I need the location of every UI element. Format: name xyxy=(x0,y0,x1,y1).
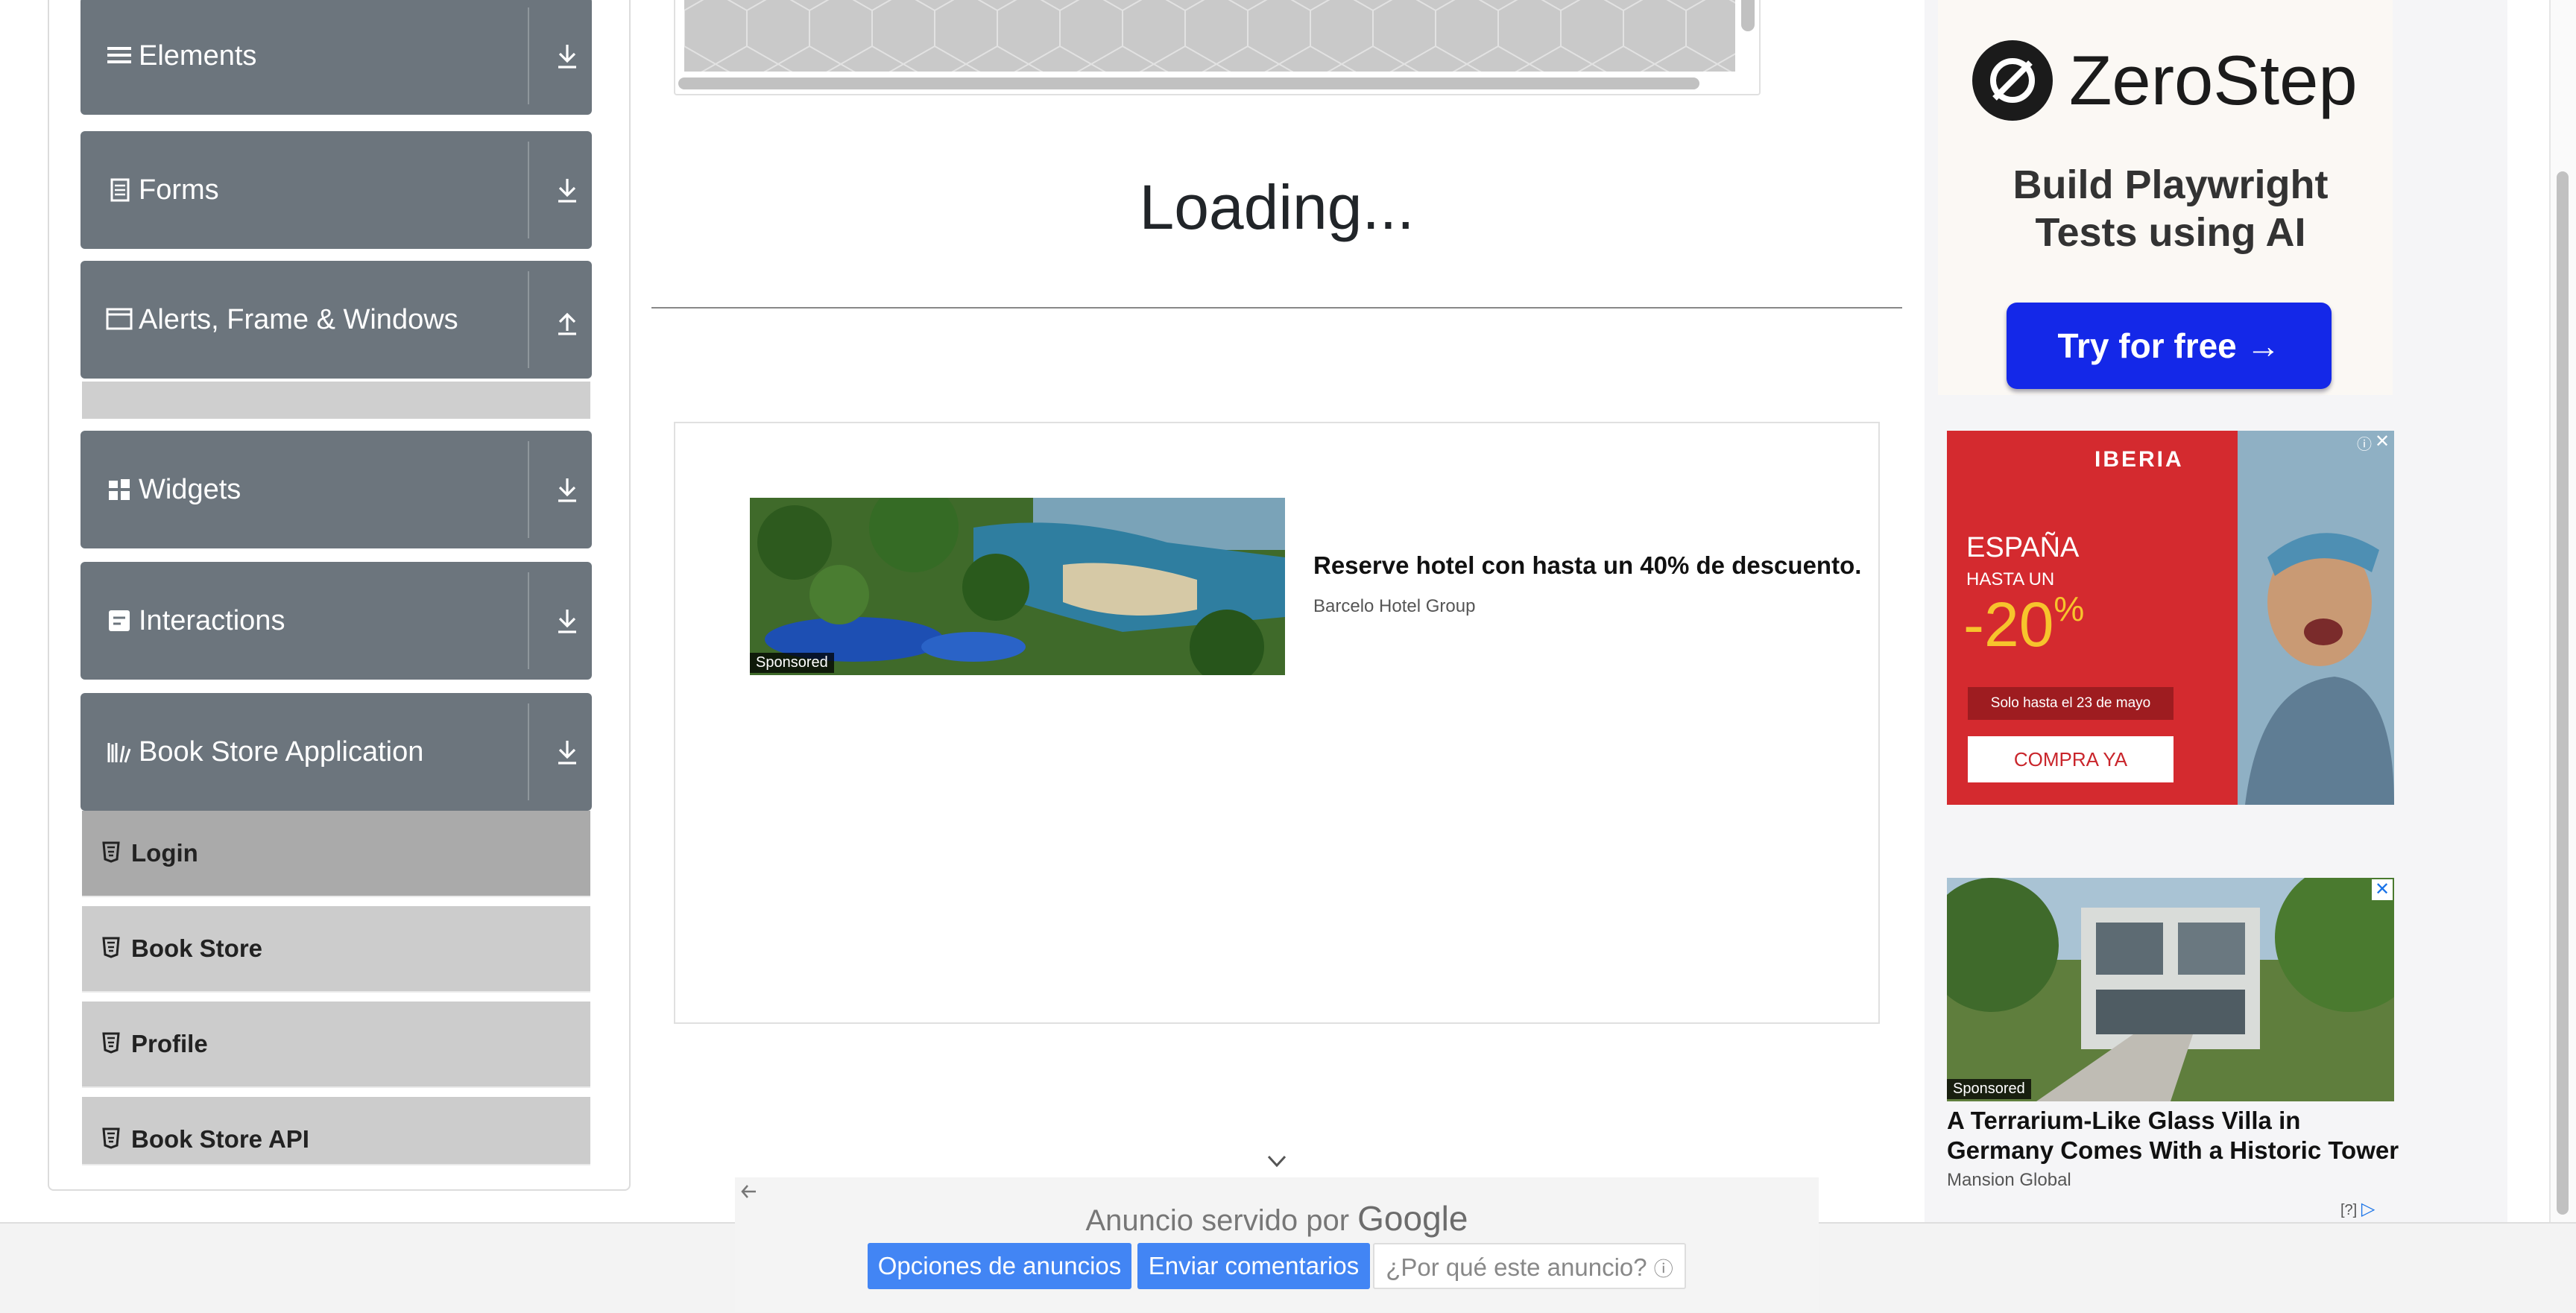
iberia-upto: HASTA UN xyxy=(1966,569,2055,589)
sidebar-item-label: Login xyxy=(131,839,198,867)
adchoices-icon: ▷ xyxy=(2361,1199,2375,1219)
villa-photo xyxy=(1947,878,2394,1101)
zerostep-tagline: Build Playwright Tests using AI xyxy=(1938,161,2403,256)
loading-text: Loading... xyxy=(1139,172,1415,242)
ad-headline[interactable]: Reserve hotel con hasta un 40% de descue… xyxy=(1313,551,1861,580)
divider xyxy=(528,441,529,538)
group-label: Forms xyxy=(139,174,219,206)
divider xyxy=(528,271,529,368)
download-arrow-icon xyxy=(558,610,576,633)
iberia-validity: Solo hasta el 23 de mayo xyxy=(1968,687,2174,720)
library-icon xyxy=(107,743,131,763)
collapsed-group-content xyxy=(82,382,590,419)
download-arrow-icon xyxy=(558,741,576,765)
why-this-ad-button[interactable]: ¿Por qué este anuncio? ⓘ xyxy=(1373,1243,1686,1289)
divider xyxy=(528,703,529,800)
sidebar-item-book-store[interactable]: Book Store xyxy=(82,906,590,993)
divider xyxy=(528,7,529,104)
ad-help-link[interactable]: [?] ▷ xyxy=(2340,1198,2375,1220)
window-icon xyxy=(106,308,133,330)
hotel-ad-image[interactable] xyxy=(750,498,1285,675)
divider xyxy=(528,572,529,669)
villa-ad-title[interactable]: A Terrarium-Like Glass Villa in Germany … xyxy=(1947,1106,2409,1165)
info-icon: ⓘ xyxy=(1653,1258,1673,1280)
iberia-brand: IBERIA xyxy=(2094,447,2184,472)
group-header-forms[interactable]: Forms xyxy=(80,131,592,249)
discount-value: -20 xyxy=(1963,589,2054,659)
villa-ad-advertiser[interactable]: Mansion Global xyxy=(1947,1170,2071,1191)
interactions-icon xyxy=(109,610,130,631)
iberia-discount: -20% xyxy=(1963,589,2084,661)
served-by-text: Anuncio servido por xyxy=(1085,1204,1350,1237)
html5-icon xyxy=(102,937,120,958)
frame-vertical-scrollbar[interactable] xyxy=(1741,0,1755,31)
divider xyxy=(651,307,1902,309)
sidebar-item-book-store-api[interactable]: Book Store API xyxy=(82,1097,590,1165)
group-header-elements[interactable]: Elements xyxy=(80,0,592,115)
chevron-down-icon[interactable] xyxy=(1266,1152,1288,1170)
sponsored-label: Sponsored xyxy=(750,653,834,673)
sponsored-label: Sponsored xyxy=(1947,1079,2031,1099)
villa-ad-image[interactable] xyxy=(1947,878,2394,1101)
group-label: Elements xyxy=(139,40,257,72)
hamburger-icon xyxy=(107,47,131,63)
iberia-country: ESPAÑA xyxy=(1966,532,2080,563)
tagline-line-2: Tests using AI xyxy=(2035,210,2306,255)
zerostep-brand: ZeroStep xyxy=(2069,41,2358,119)
send-feedback-button[interactable]: Enviar comentarios xyxy=(1137,1243,1370,1289)
ad-close-icon[interactable]: ✕ xyxy=(2375,431,2393,452)
ad-close-icon[interactable]: ✕ xyxy=(2372,879,2393,900)
sidebar-item-profile[interactable]: Profile xyxy=(82,1002,590,1088)
iberia-ad[interactable]: IBERIA ESPAÑA HASTA UN -20% Solo hasta e… xyxy=(1947,431,2394,805)
group-label: Alerts, Frame & Windows xyxy=(139,304,458,335)
html5-icon xyxy=(102,1032,120,1054)
google-logo: Google xyxy=(1357,1199,1468,1238)
html5-icon xyxy=(102,841,120,863)
document-icon xyxy=(110,178,130,202)
html5-icon xyxy=(102,1127,120,1149)
divider xyxy=(528,142,529,238)
tagline-line-1: Build Playwright xyxy=(2012,162,2329,207)
iberia-buy-button[interactable]: COMPRA YA xyxy=(1968,736,2174,782)
ad-advertiser[interactable]: Barcelo Hotel Group xyxy=(1313,596,1475,617)
page-scrollbar-thumb[interactable] xyxy=(2557,171,2569,1215)
sidebar-item-label: Profile xyxy=(131,1030,208,1057)
group-header-widgets[interactable]: Widgets xyxy=(80,431,592,548)
ad-served-by: Anuncio servido por Google xyxy=(735,1198,1819,1238)
sidebar-item-login[interactable]: Login xyxy=(82,811,590,897)
frame-horizontal-scrollbar[interactable] xyxy=(678,77,1699,89)
download-arrow-icon xyxy=(558,45,576,69)
ad-info-icon[interactable]: ⓘ xyxy=(2357,432,2373,453)
group-label: Book Store Application xyxy=(139,736,424,768)
resort-photo xyxy=(750,498,1285,675)
group-label: Interactions xyxy=(139,605,285,636)
group-header-book-store-application[interactable]: Book Store Application xyxy=(80,693,592,811)
discount-percent: % xyxy=(2053,589,2085,628)
ad-options-button[interactable]: Opciones de anuncios xyxy=(868,1243,1131,1289)
upload-arrow-icon xyxy=(558,312,576,335)
hex-pattern-background xyxy=(684,0,1735,72)
group-header-alerts-frame-windows[interactable]: Alerts, Frame & Windows xyxy=(80,261,592,379)
group-header-interactions[interactable]: Interactions xyxy=(80,562,592,680)
sidebar-item-label: Book Store xyxy=(131,934,263,962)
download-arrow-icon xyxy=(558,179,576,203)
try-for-free-button[interactable]: Try for free → xyxy=(2007,303,2332,389)
download-arrow-icon xyxy=(558,478,576,502)
help-text: [?] xyxy=(2340,1202,2358,1218)
widgets-icon xyxy=(109,479,130,500)
why-this-ad-label: ¿Por qué este anuncio? xyxy=(1386,1253,1647,1281)
zerostep-logo-icon xyxy=(1972,40,2053,121)
group-label: Widgets xyxy=(139,474,242,505)
sidebar-item-label: Book Store API xyxy=(131,1125,309,1153)
